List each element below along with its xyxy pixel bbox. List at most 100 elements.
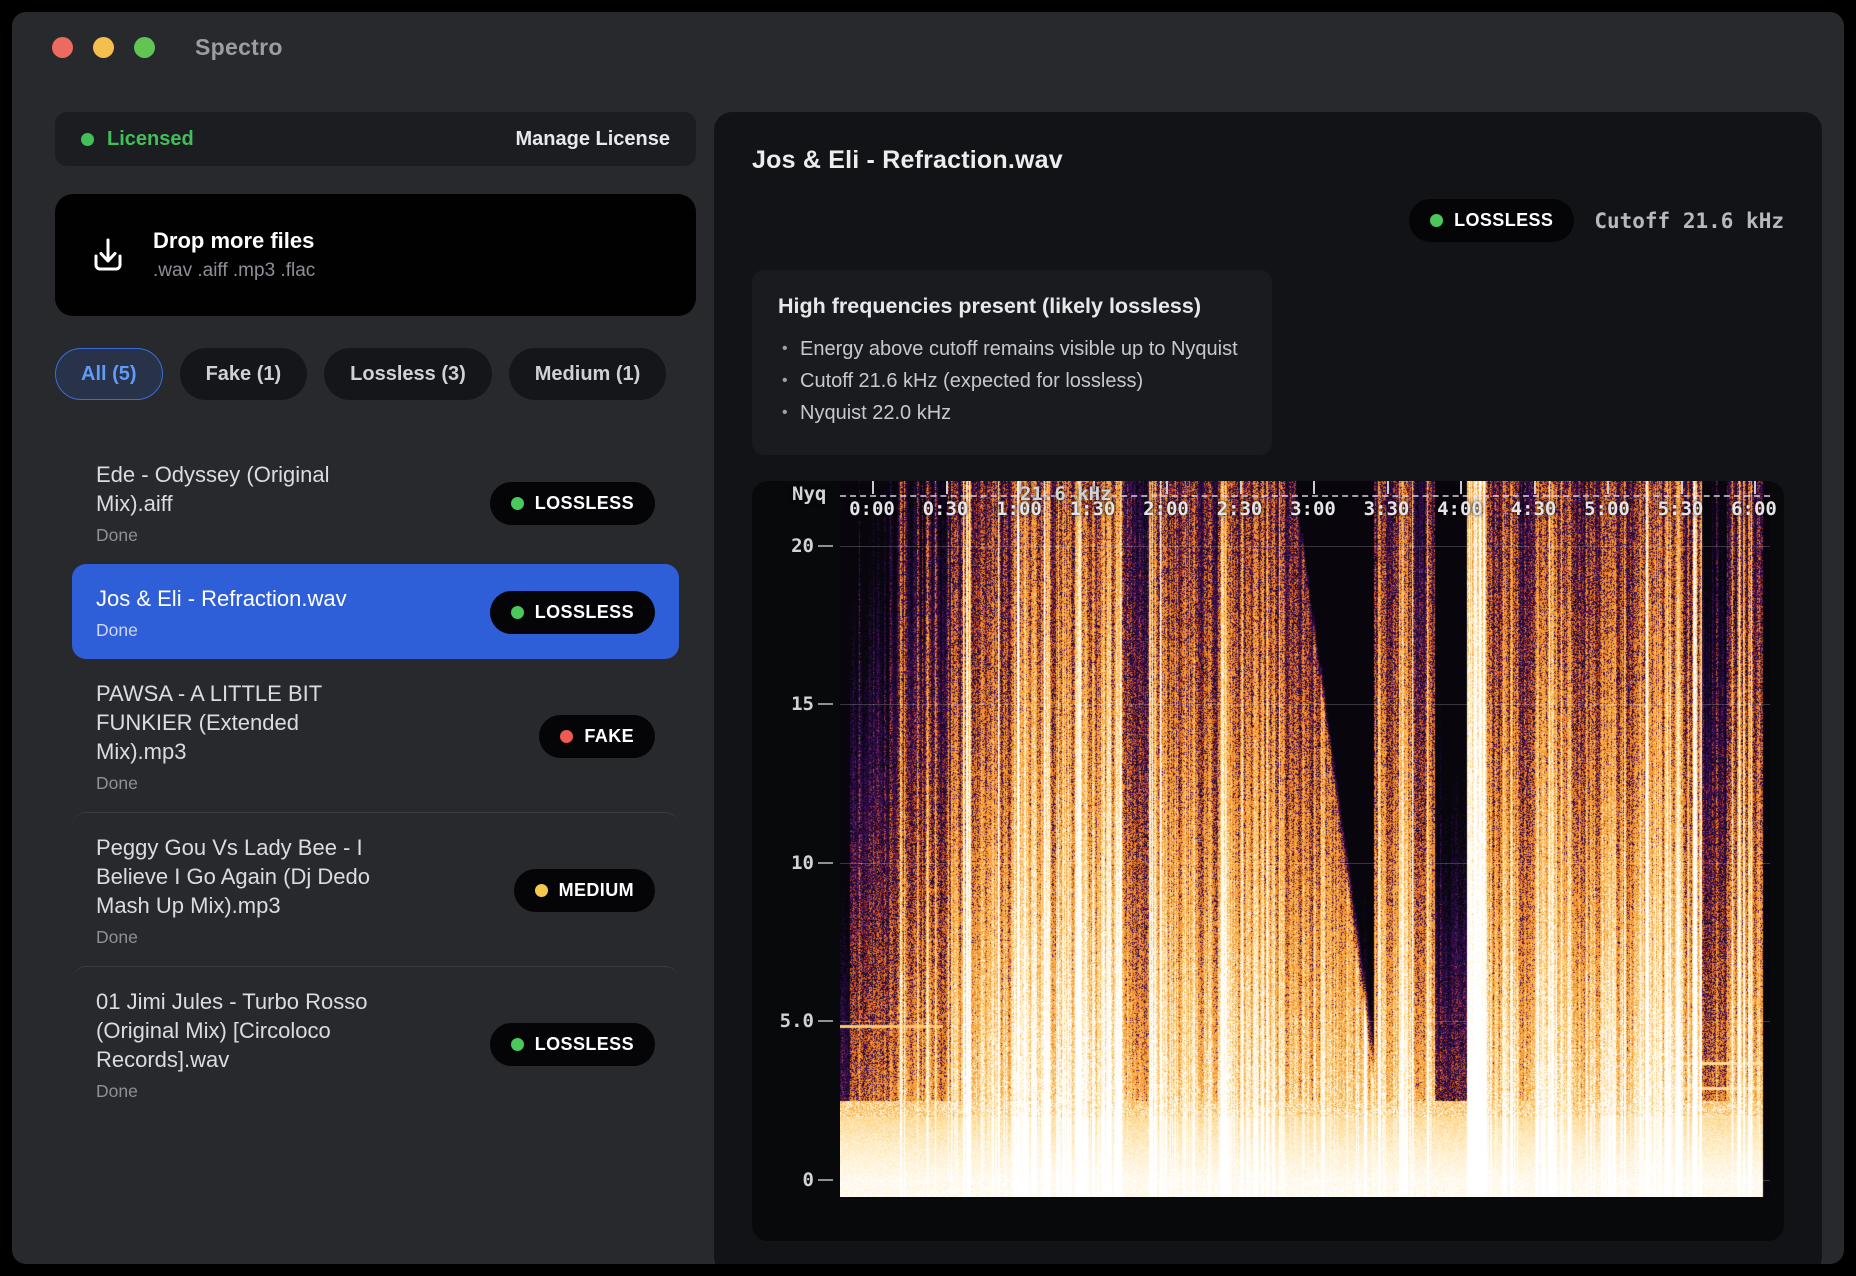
cutoff-dashed-line [840, 495, 1770, 497]
file-list: Ede - Odyssey (Original Mix).aiffDoneLOS… [55, 440, 696, 1120]
file-name: Peggy Gou Vs Lady Bee - I Believe I Go A… [96, 833, 386, 920]
freq-tick-dash [818, 703, 833, 705]
file-row[interactable]: 01 Jimi Jules - Turbo Rosso (Original Mi… [72, 966, 679, 1120]
verdict-dot-icon [535, 884, 548, 897]
license-bar: Licensed Manage License [55, 112, 696, 166]
time-tick [1387, 481, 1389, 494]
file-verdict-badge: LOSSLESS [490, 1023, 655, 1066]
file-status: Done [96, 773, 386, 794]
upload-tray-icon [87, 234, 129, 276]
verdict-dot-icon [511, 1038, 524, 1051]
freq-axis-label: 20 [752, 535, 814, 557]
freq-gridline [840, 546, 1770, 547]
freq-gridline [840, 1021, 1770, 1022]
time-tick [1754, 481, 1756, 494]
filter-chips: All (5) Fake (1) Lossless (3) Medium (1) [55, 348, 696, 400]
verdict-bullet: Energy above cutoff remains visible up t… [778, 333, 1238, 365]
verdict-dot-icon [511, 497, 524, 510]
file-verdict-badge: LOSSLESS [490, 482, 655, 525]
spectrogram-canvas[interactable] [840, 481, 1770, 1197]
manage-license-button[interactable]: Manage License [515, 128, 670, 151]
file-status: Done [96, 927, 386, 948]
time-tick [946, 481, 948, 494]
verdict-box: High frequencies present (likely lossles… [752, 270, 1272, 455]
license-status-icon [81, 133, 94, 146]
file-drop-zone[interactable]: Drop more files .wav .aiff .mp3 .flac [55, 194, 696, 316]
time-axis-label: 6:00 [1731, 498, 1777, 520]
freq-tick-dash [818, 545, 833, 547]
drop-zone-title: Drop more files [153, 228, 315, 254]
verdict-heading: High frequencies present (likely lossles… [778, 294, 1238, 319]
file-verdict-badge: MEDIUM [514, 869, 655, 912]
close-window-button[interactable] [52, 37, 73, 58]
time-axis-label: 5:00 [1584, 498, 1630, 520]
file-row[interactable]: Peggy Gou Vs Lady Bee - I Believe I Go A… [72, 812, 679, 966]
time-axis-label: 0:30 [923, 498, 969, 520]
file-badge-label: MEDIUM [559, 880, 634, 901]
freq-tick-dash [818, 1179, 833, 1181]
file-status: Done [96, 1081, 386, 1102]
file-badge-label: LOSSLESS [535, 602, 634, 623]
app-title: Spectro [195, 34, 283, 61]
freq-axis-label: 15 [752, 693, 814, 715]
verdict-bullet: Cutoff 21.6 kHz (expected for lossless) [778, 365, 1238, 397]
app-window: Spectro Licensed Manage License D [12, 12, 1844, 1264]
detail-badge-label: LOSSLESS [1454, 210, 1553, 231]
freq-axis-label: 0 [752, 1169, 814, 1191]
file-row[interactable]: PAWSA - A LITTLE BIT FUNKIER (Extended M… [72, 659, 679, 812]
freq-tick-dash [818, 1020, 833, 1022]
time-tick [1607, 481, 1609, 494]
minimize-window-button[interactable] [93, 37, 114, 58]
file-name: 01 Jimi Jules - Turbo Rosso (Original Mi… [96, 987, 386, 1074]
time-tick [1681, 481, 1683, 494]
freq-gridline [840, 1180, 1770, 1181]
verdict-dot-icon [560, 730, 573, 743]
time-tick [1534, 481, 1536, 494]
file-verdict-badge: LOSSLESS [490, 591, 655, 634]
file-verdict-badge: FAKE [539, 715, 655, 758]
spectrogram-card: 2015105.000:000:301:001:302:002:303:003:… [752, 481, 1784, 1241]
title-bar: Spectro [12, 12, 1844, 82]
time-tick [1313, 481, 1315, 494]
file-status: Done [96, 525, 386, 546]
time-tick [872, 481, 874, 494]
file-row[interactable]: Ede - Odyssey (Original Mix).aiffDoneLOS… [72, 440, 679, 564]
zoom-window-button[interactable] [134, 37, 155, 58]
freq-tick-dash [818, 862, 833, 864]
freq-gridline [840, 863, 1770, 864]
verdict-bullet: Nyquist 22.0 kHz [778, 397, 1238, 429]
filter-chip[interactable]: Fake (1) [180, 348, 308, 400]
license-status: Licensed [107, 128, 194, 151]
time-tick [1460, 481, 1462, 494]
file-badge-label: LOSSLESS [535, 1034, 634, 1055]
time-axis-label: 4:00 [1437, 498, 1483, 520]
freq-axis-label: 5.0 [752, 1010, 814, 1032]
time-axis-label: 3:00 [1290, 498, 1336, 520]
time-axis-label: 2:00 [1143, 498, 1189, 520]
file-status: Done [96, 620, 386, 641]
detail-title: Jos & Eli - Refraction.wav [752, 146, 1784, 175]
nyquist-line-label: Nyq [792, 483, 826, 505]
time-axis-label: 5:30 [1658, 498, 1704, 520]
file-row[interactable]: Jos & Eli - Refraction.wavDoneLOSSLESS [72, 564, 679, 659]
freq-gridline [840, 704, 1770, 705]
verdict-bullets: Energy above cutoff remains visible up t… [778, 333, 1238, 429]
file-badge-label: FAKE [584, 726, 634, 747]
time-axis-label: 4:30 [1511, 498, 1557, 520]
filter-chip[interactable]: Medium (1) [509, 348, 667, 400]
cutoff-readout: Cutoff 21.6 kHz [1594, 209, 1784, 233]
file-name: PAWSA - A LITTLE BIT FUNKIER (Extended M… [96, 679, 386, 766]
verdict-dot-icon [511, 606, 524, 619]
detail-panel: Jos & Eli - Refraction.wav LOSSLESS Cuto… [714, 112, 1822, 1264]
time-tick [1166, 481, 1168, 494]
freq-axis-label: 10 [752, 852, 814, 874]
time-tick [1240, 481, 1242, 494]
filter-chip[interactable]: All (5) [55, 348, 163, 400]
filter-chip[interactable]: Lossless (3) [324, 348, 492, 400]
time-axis-label: 3:30 [1364, 498, 1410, 520]
sidebar: Licensed Manage License Drop more files … [55, 112, 696, 1120]
time-axis-label: 2:30 [1217, 498, 1263, 520]
file-badge-label: LOSSLESS [535, 493, 634, 514]
detail-verdict-badge: LOSSLESS [1409, 199, 1574, 242]
cutoff-line-label: 21.6 kHz [1020, 483, 1112, 505]
